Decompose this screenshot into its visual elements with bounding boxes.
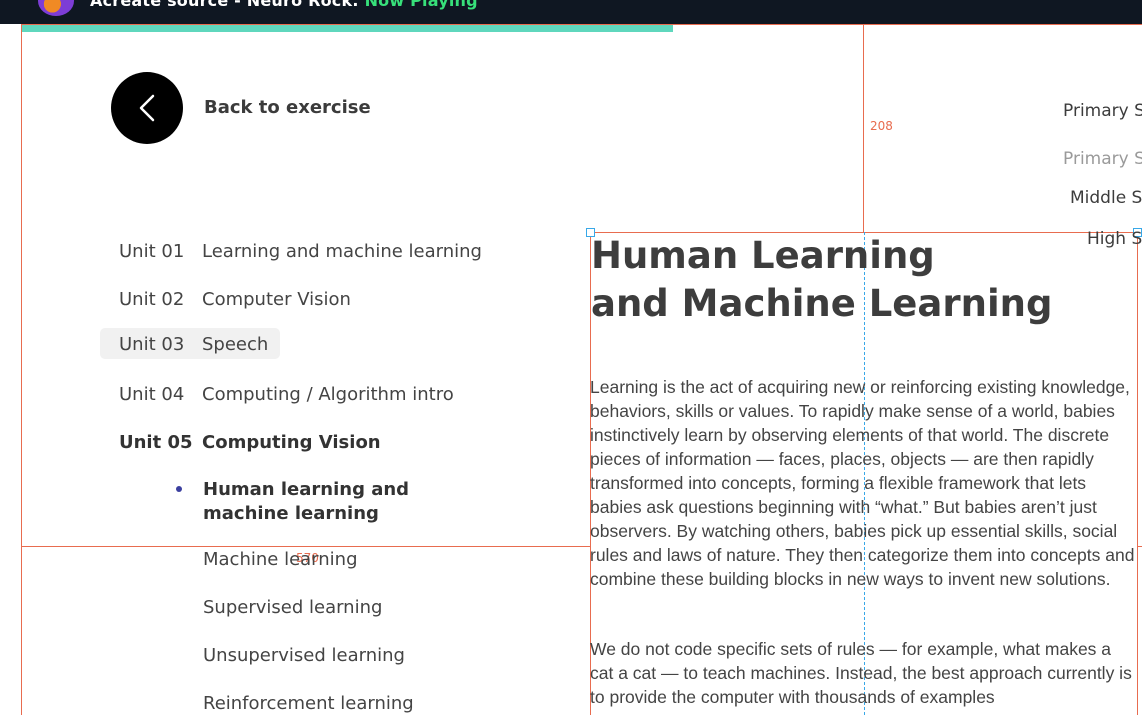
track-title: Acreate source - Neuro Rock. [90,0,359,10]
unit-number: Unit 05 [119,432,193,453]
guide-line-horizontal [21,546,590,547]
back-to-exercise-link[interactable]: Back to exercise [204,97,371,118]
unit-number: Unit 04 [119,384,185,405]
unit-item-02[interactable]: Unit 02 Computer Vision [100,283,351,315]
unit-name: Computing Vision [202,432,381,453]
article-title: Human Learning and Machine Learning [591,232,1111,328]
chevron-left-icon [139,94,155,122]
unit-name: Speech [202,334,269,355]
unit-name: Computing / Algorithm intro [202,384,454,405]
guide-line-top [21,24,1142,25]
guide-line-divider [863,24,864,232]
measurement-label-top: 208 [870,119,893,133]
article-box-right [1137,232,1138,715]
guide-line-left [21,24,22,715]
level-item-primary-alt[interactable]: Primary S [1063,149,1142,169]
level-item-primary[interactable]: Primary S [1063,101,1142,121]
back-button[interactable] [111,72,183,144]
subtopic-item[interactable]: Reinforcement learning [203,693,414,714]
unit-item-05[interactable]: Unit 05 Computing Vision [100,426,381,458]
unit-name: Computer Vision [202,289,351,310]
current-topic-bullet-icon [176,486,182,492]
subtopic-item[interactable]: Machine learning [203,549,358,570]
article-paragraph: We do not code specific sets of rules — … [590,639,1132,707]
subtopic-item[interactable]: Unsupervised learning [203,645,405,666]
progress-bar [22,24,673,32]
top-bar: Acreate source - Neuro Rock. Now Playing [0,0,1142,24]
app-logo-icon [38,0,74,16]
now-playing-title: Acreate source - Neuro Rock. Now Playing [90,0,478,10]
level-item-middle[interactable]: Middle S [1070,188,1142,208]
article-title-line2: and Machine Learning [591,282,1053,325]
article-title-line1: Human Learning [591,234,935,277]
unit-number: Unit 01 [119,241,185,262]
unit-name: Learning and machine learning [202,241,482,262]
unit-item-04[interactable]: Unit 04 Computing / Algorithm intro [100,378,454,410]
subtopic-item[interactable]: Supervised learning [203,597,382,618]
subtopic-current[interactable]: Human learning and machine learning [203,478,493,526]
unit-number: Unit 03 [119,334,185,355]
unit-item-03[interactable]: Unit 03 Speech [100,328,280,359]
unit-number: Unit 02 [119,289,185,310]
now-playing-status: Now Playing [364,0,478,10]
unit-item-01[interactable]: Unit 01 Learning and machine learning [100,235,482,267]
article-paragraph: Learning is the act of acquiring new or … [590,377,1135,589]
